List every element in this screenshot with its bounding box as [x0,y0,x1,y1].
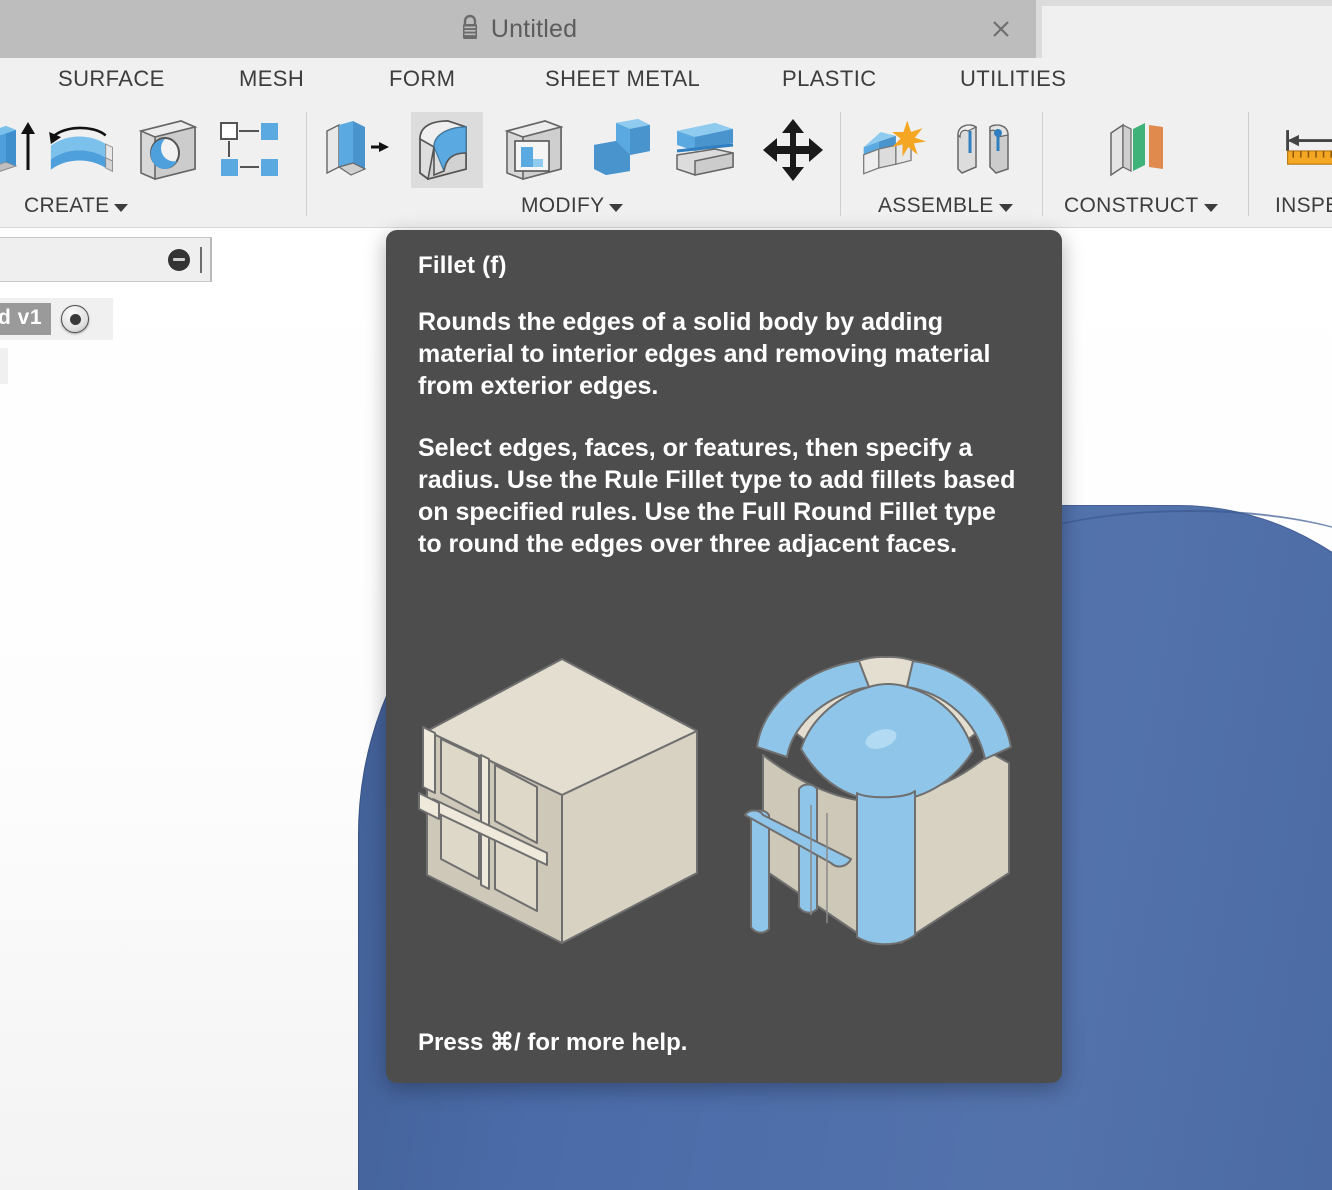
panel-label-modify[interactable]: MODIFY [521,194,624,218]
new-component-icon[interactable] [858,112,930,188]
revolve-icon[interactable] [44,112,116,188]
joint-icon[interactable] [950,112,1022,188]
press-pull-icon[interactable] [322,112,394,188]
hole-icon[interactable] [132,112,204,188]
panel-separator [1248,112,1249,216]
unfilleted-block-icon [417,643,707,988]
tooltip-illustrations [386,625,1062,1005]
panel-label-modify-text: MODIFY [521,194,605,217]
panel-label-inspect[interactable]: INSPECT [1275,194,1332,218]
visibility-toggle-icon[interactable] [61,305,90,333]
chevron-down-icon [998,203,1013,212]
panel-label-inspect-text: INSPECT [1275,194,1332,217]
move-copy-icon[interactable] [757,112,829,188]
panel-label-construct[interactable]: CONSTRUCT [1064,194,1218,218]
lock-icon [459,13,481,46]
ribbon-tab-surface[interactable]: SURFACE [58,66,165,92]
ribbon-tab-sheet-metal[interactable]: SHEET METAL [545,66,700,92]
panel-label-create[interactable]: CREATE [24,194,129,218]
chevron-down-icon [114,203,129,212]
chevron-down-icon [1203,203,1218,212]
tooltip-title: Fillet (f) [418,252,507,279]
panel-label-create-text: CREATE [24,194,110,217]
tooltip-paragraph-2: Select edges, faces, or features, then s… [418,434,1016,558]
search-input[interactable] [0,237,212,282]
ribbon-panels: CREATE MODIFY ASSEMBLE CONSTRUCT INSPECT [0,104,1332,228]
fillet-icon[interactable] [411,112,483,188]
shell-icon[interactable] [498,112,570,188]
browser-item-label: d v1 [0,303,52,335]
tab-strip-empty-area [1042,6,1332,58]
measure-icon[interactable] [1280,112,1332,188]
browser-list-item[interactable]: d v1 [0,298,113,340]
panel-label-construct-text: CONSTRUCT [1064,194,1199,217]
panel-separator [306,112,307,216]
panel-separator [840,112,841,216]
close-icon[interactable] [988,16,1014,42]
filleted-block-icon [741,643,1031,988]
split-body-icon[interactable] [670,112,742,188]
ribbon-tab-utilities[interactable]: UTILITIES [960,66,1066,92]
browser-list-item[interactable] [0,348,8,384]
panel-separator [1042,112,1043,216]
browser-panel: d v1 [0,228,214,388]
ribbon-tab-bar: SURFACE MESH FORM SHEET METAL PLASTIC UT… [0,58,1332,104]
document-title: Untitled [490,14,578,43]
combine-icon[interactable] [585,112,657,188]
tooltip-paragraph-1: Rounds the edges of a solid body by addi… [418,308,991,400]
chevron-down-icon [609,203,624,212]
tooltip-footer: Press ⌘/ for more help. [418,1029,688,1056]
clear-circle-icon[interactable] [168,248,190,271]
ribbon-tab-form[interactable]: FORM [389,66,455,92]
ribbon: SURFACE MESH FORM SHEET METAL PLASTIC UT… [0,58,1332,228]
text-caret [200,246,202,273]
ribbon-tab-plastic[interactable]: PLASTIC [782,66,877,92]
tooltip-fillet: Fillet (f) Rounds the edges of a solid b… [386,230,1062,1083]
ribbon-divider [0,227,1332,228]
panel-label-assemble-text: ASSEMBLE [878,194,994,217]
ribbon-tab-mesh[interactable]: MESH [239,66,304,92]
document-tab[interactable]: Untitled [0,0,1036,58]
pattern-icon[interactable] [214,112,286,188]
panel-label-assemble[interactable]: ASSEMBLE [878,194,1013,218]
offset-plane-icon[interactable] [1100,112,1172,188]
